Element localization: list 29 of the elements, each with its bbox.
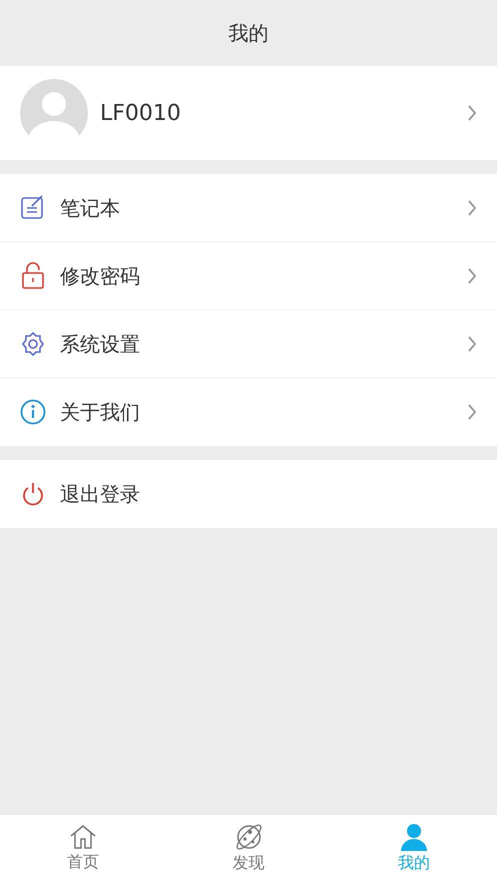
menu-label: 笔记本: [60, 194, 120, 222]
power-icon: [20, 480, 46, 508]
menu-item[interactable]: 关于我们: [0, 378, 497, 446]
chevron-icon: [467, 336, 477, 352]
username: LF0010: [100, 100, 181, 128]
planet-icon: [234, 823, 264, 851]
menu-label: 退出登录: [60, 481, 140, 508]
chevron-icon: [467, 105, 477, 121]
tab-button[interactable]: 首页: [0, 815, 166, 883]
profile-row[interactable]: LF0010: [0, 66, 497, 160]
lock-icon: [20, 262, 46, 290]
menu-item[interactable]: 笔记本: [0, 174, 497, 242]
menu-item[interactable]: 修改密码: [0, 242, 497, 310]
menu-item[interactable]: 系统设置: [0, 310, 497, 378]
menu-label: 修改密码: [60, 262, 140, 290]
chevron-icon: [467, 200, 477, 216]
chevron-icon: [467, 404, 477, 420]
chevron-icon: [467, 268, 477, 284]
person-icon: [400, 823, 428, 851]
menu-label: 系统设置: [60, 330, 140, 358]
settings-icon: [20, 330, 46, 358]
page-title: 我的: [228, 20, 270, 47]
menu-label: 关于我们: [60, 399, 140, 426]
logout-button[interactable]: 退出登录: [0, 460, 497, 528]
tab-button[interactable]: 发现: [166, 815, 332, 883]
info-icon: [20, 398, 46, 426]
avatar-icon: [20, 79, 88, 147]
home-icon: [68, 824, 97, 850]
note-icon: [20, 194, 46, 222]
